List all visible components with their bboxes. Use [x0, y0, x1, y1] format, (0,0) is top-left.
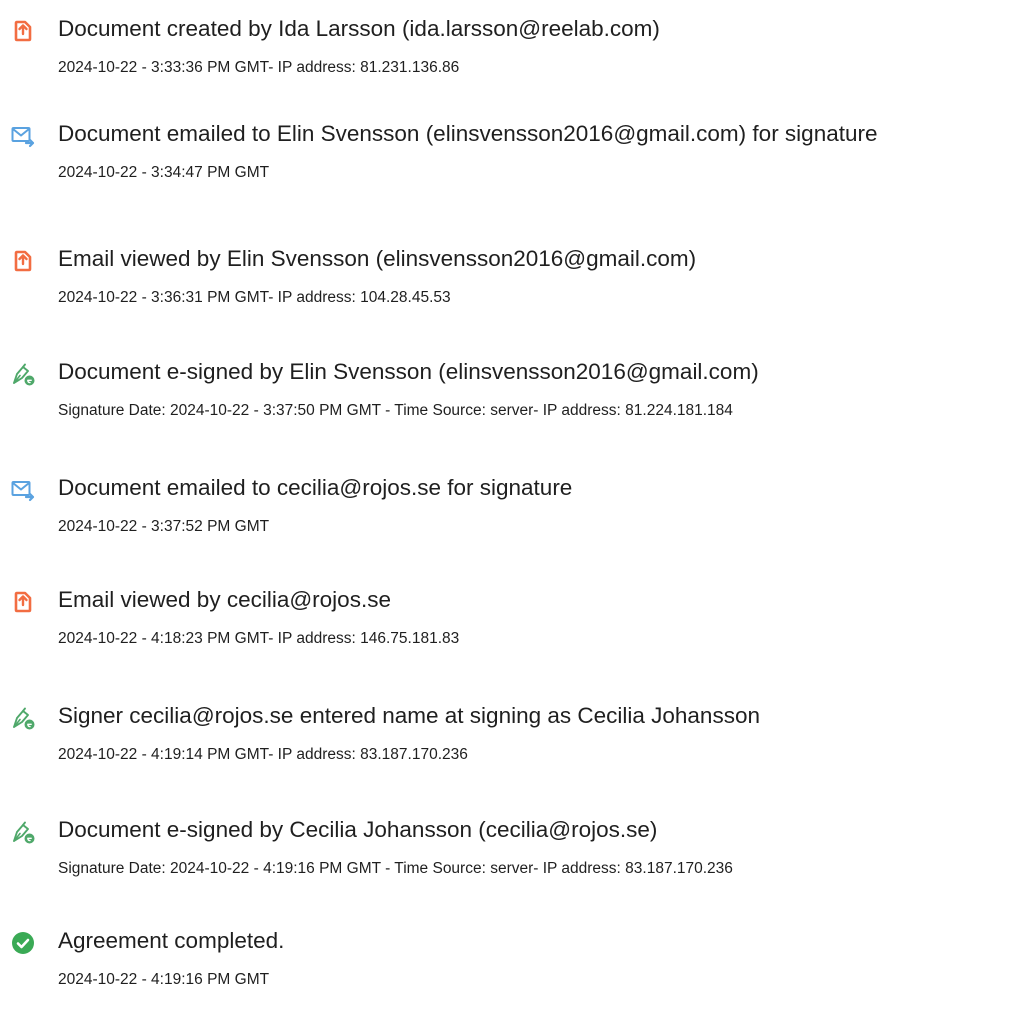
event-timestamp: 2024-10-22 - 3:36:31 PM GMT- IP address:…	[58, 289, 451, 306]
audit-event-document-esigned: Document e-signed by Cecilia Johansson (…	[0, 815, 1029, 905]
completed-check-icon	[11, 931, 35, 955]
event-timestamp: Signature Date: 2024-10-22 - 3:37:50 PM …	[58, 402, 733, 419]
audit-event-document-esigned: Document e-signed by Elin Svensson (elin…	[0, 357, 1029, 447]
event-timestamp: 2024-10-22 - 4:19:16 PM GMT	[58, 971, 270, 988]
event-title: Document e-signed by Cecilia Johansson (…	[58, 817, 658, 842]
event-title: Signer cecilia@rojos.se entered name at …	[58, 703, 760, 728]
event-timestamp: Signature Date: 2024-10-22 - 4:19:16 PM …	[58, 860, 733, 877]
event-timestamp: 2024-10-22 - 4:19:14 PM GMT- IP address:…	[58, 746, 468, 763]
audit-event-email-sent: Document emailed to cecilia@rojos.se for…	[0, 473, 1029, 563]
event-title: Email viewed by Elin Svensson (elinsvens…	[58, 246, 697, 271]
event-title: Email viewed by cecilia@rojos.se	[58, 587, 391, 612]
audit-event-name-entered: Signer cecilia@rojos.se entered name at …	[0, 701, 1029, 791]
audit-event-agreement-completed: Agreement completed. 2024-10-22 - 4:19:1…	[0, 926, 1029, 1016]
email-sent-icon	[11, 124, 35, 148]
event-title: Document emailed to cecilia@rojos.se for…	[58, 475, 573, 500]
esign-pen-icon	[11, 362, 35, 386]
event-timestamp: 2024-10-22 - 4:18:23 PM GMT- IP address:…	[58, 630, 460, 647]
event-title: Document emailed to Elin Svensson (elins…	[58, 121, 878, 146]
document-created-icon	[11, 19, 35, 43]
esign-pen-icon	[11, 706, 35, 730]
document-viewed-icon	[11, 590, 35, 614]
event-timestamp: 2024-10-22 - 3:37:52 PM GMT	[58, 518, 270, 535]
audit-event-document-created: Document created by Ida Larsson (ida.lar…	[0, 14, 1029, 104]
audit-event-email-sent: Document emailed to Elin Svensson (elins…	[0, 119, 1029, 209]
audit-event-email-viewed: Email viewed by cecilia@rojos.se 2024-10…	[0, 585, 1029, 675]
audit-event-email-viewed: Email viewed by Elin Svensson (elinsvens…	[0, 244, 1029, 334]
email-sent-icon	[11, 478, 35, 502]
event-timestamp: 2024-10-22 - 3:34:47 PM GMT	[58, 164, 270, 181]
event-timestamp: 2024-10-22 - 3:33:36 PM GMT- IP address:…	[58, 59, 460, 76]
document-viewed-icon	[11, 249, 35, 273]
event-title: Document created by Ida Larsson (ida.lar…	[58, 16, 660, 41]
event-title: Agreement completed.	[58, 928, 285, 953]
esign-pen-icon	[11, 820, 35, 844]
event-title: Document e-signed by Elin Svensson (elin…	[58, 359, 759, 384]
